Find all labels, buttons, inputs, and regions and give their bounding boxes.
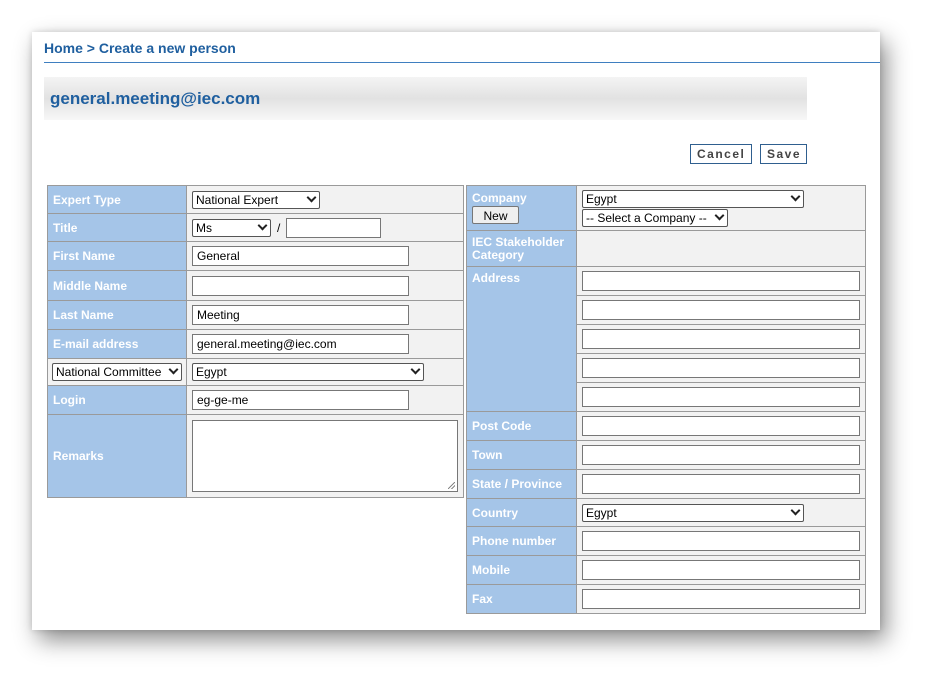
company-address-table: Company New Egypt -- Select a Company --…: [466, 185, 866, 614]
remarks-label: Remarks: [47, 414, 187, 498]
address-line-5-input[interactable]: [582, 387, 860, 407]
title-select[interactable]: Ms: [192, 218, 271, 237]
row-address-1: Address: [466, 266, 866, 412]
browser-window: Home > Create a new person general.meeti…: [32, 32, 880, 630]
header-divider: [44, 62, 880, 63]
committee-type-select[interactable]: National Committee: [52, 363, 182, 381]
phone-input[interactable]: [582, 531, 860, 551]
country-select[interactable]: Egypt: [582, 503, 804, 522]
company-country-select[interactable]: Egypt: [582, 190, 804, 208]
row-expert-type: Expert Type National Expert: [47, 185, 464, 214]
mobile-input[interactable]: [582, 560, 860, 580]
row-remarks: Remarks: [47, 414, 464, 498]
row-mobile: Mobile: [466, 555, 866, 585]
row-post-code: Post Code: [466, 411, 866, 441]
chevron-down-icon: [410, 364, 421, 375]
last-name-label: Last Name: [47, 300, 187, 330]
page-title: general.meeting@iec.com: [50, 89, 261, 108]
title-extra-input[interactable]: [286, 217, 382, 238]
mobile-label: Mobile: [466, 555, 577, 585]
person-details-table: Expert Type National Expert Title Ms / Fi…: [47, 185, 464, 498]
chevron-down-icon: [790, 191, 801, 202]
fax-input[interactable]: [582, 589, 860, 609]
stakeholder-value: [576, 230, 866, 267]
post-code-input[interactable]: [582, 416, 860, 436]
middle-name-input[interactable]: [192, 275, 409, 296]
breadcrumb: Home > Create a new person: [44, 40, 236, 56]
cancel-button[interactable]: Cancel: [690, 144, 752, 164]
row-fax: Fax: [466, 584, 866, 614]
row-middle-name: Middle Name: [47, 270, 464, 301]
committee-country-select[interactable]: Egypt: [192, 363, 424, 381]
town-input[interactable]: [582, 445, 860, 465]
chevron-down-icon: [168, 364, 179, 375]
company-label: Company: [472, 191, 527, 205]
row-company: Company New Egypt -- Select a Company --: [466, 185, 866, 231]
row-phone: Phone number: [466, 526, 866, 556]
page-header: general.meeting@iec.com: [44, 77, 807, 120]
title-label: Title: [47, 213, 187, 242]
first-name-label: First Name: [47, 241, 187, 271]
row-committee: National Committee Egypt: [47, 358, 464, 386]
address-line-1-input[interactable]: [582, 271, 860, 291]
breadcrumb-separator: >: [82, 40, 99, 56]
row-state: State / Province: [466, 469, 866, 499]
title-separator: /: [277, 220, 281, 235]
expert-type-select[interactable]: National Expert: [192, 190, 320, 209]
phone-label: Phone number: [466, 526, 577, 556]
address-label: Address: [466, 266, 577, 412]
login-label: Login: [47, 385, 187, 415]
login-input[interactable]: eg-ge-me: [192, 390, 409, 410]
email-label: E-mail address: [47, 329, 187, 359]
address-line-3-input[interactable]: [582, 329, 860, 349]
row-title: Title Ms /: [47, 213, 464, 242]
company-select[interactable]: -- Select a Company --: [582, 209, 728, 227]
remarks-textarea[interactable]: [192, 420, 458, 492]
row-first-name: First Name General: [47, 241, 464, 271]
resize-grip-icon[interactable]: [448, 482, 455, 489]
fax-label: Fax: [466, 584, 577, 614]
country-label: Country: [466, 498, 577, 527]
chevron-down-icon: [714, 210, 725, 221]
post-code-label: Post Code: [466, 411, 577, 441]
address-line-2-input[interactable]: [582, 300, 860, 320]
middle-name-label: Middle Name: [47, 270, 187, 301]
expert-type-label: Expert Type: [47, 185, 187, 214]
breadcrumb-current: Create a new person: [98, 40, 236, 56]
row-last-name: Last Name Meeting: [47, 300, 464, 330]
stakeholder-label: IEC Stakeholder Category: [466, 230, 577, 267]
row-email: E-mail address general.meeting@iec.com: [47, 329, 464, 359]
row-login: Login eg-ge-me: [47, 385, 464, 415]
first-name-input[interactable]: General: [192, 246, 409, 266]
last-name-input[interactable]: Meeting: [192, 305, 409, 325]
state-label: State / Province: [466, 469, 577, 499]
chevron-down-icon: [790, 505, 801, 515]
new-company-button[interactable]: New: [472, 206, 519, 224]
state-input[interactable]: [582, 474, 860, 494]
breadcrumb-home-link[interactable]: Home: [44, 40, 83, 56]
chevron-down-icon: [257, 220, 268, 230]
row-stakeholder: IEC Stakeholder Category: [466, 230, 866, 267]
address-line-4-input[interactable]: [582, 358, 860, 378]
email-input[interactable]: general.meeting@iec.com: [192, 334, 409, 354]
town-label: Town: [466, 440, 577, 470]
save-button[interactable]: Save: [760, 144, 807, 164]
row-town: Town: [466, 440, 866, 470]
chevron-down-icon: [306, 192, 317, 202]
row-country: Country Egypt: [466, 498, 866, 527]
